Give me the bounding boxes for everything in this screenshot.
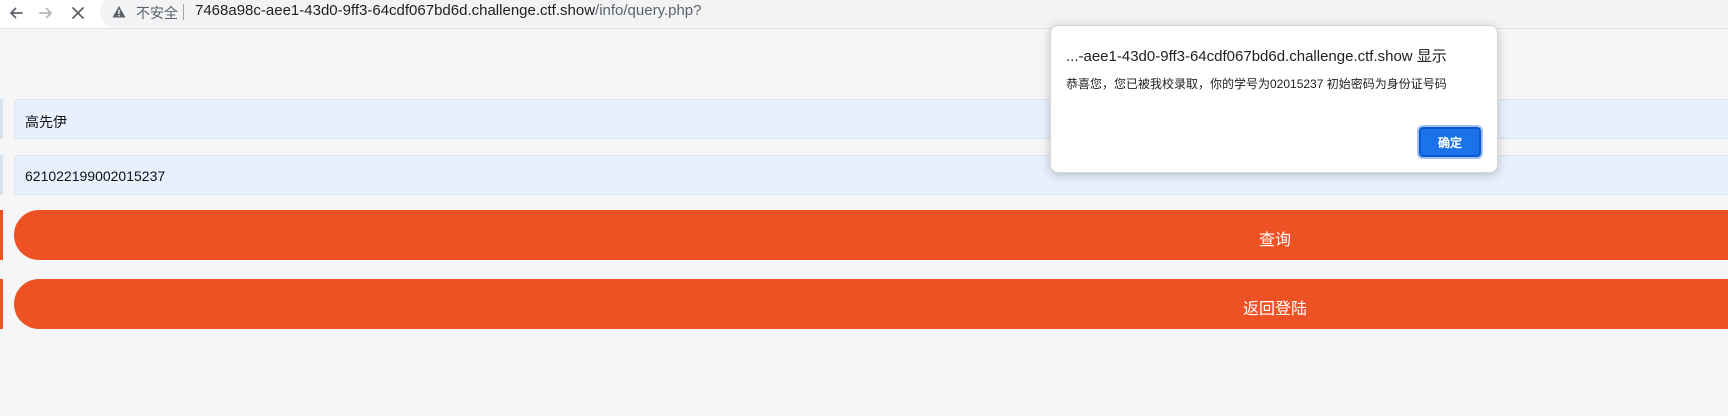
name-field-edge (0, 99, 3, 139)
url-host: 7468a98c-aee1-43d0-9ff3-64cdf067bd6d.cha… (195, 2, 596, 19)
id-field-edge (0, 155, 3, 195)
dialog-ok-button[interactable]: 确定 (1419, 127, 1481, 157)
address-divider (183, 4, 184, 20)
arrow-back-icon (8, 5, 24, 21)
alert-dialog: ...-aee1-43d0-9ff3-64cdf067bd6d.challeng… (1050, 25, 1498, 173)
query-button[interactable]: 查询 (14, 210, 1728, 260)
id-number-input-value: 621022199002015237 (25, 168, 166, 184)
url-path: /info/query.php? (595, 2, 702, 19)
security-status-label[interactable]: 不安全 (136, 3, 178, 23)
back-button[interactable] (4, 2, 28, 24)
forward-button[interactable] (34, 2, 58, 24)
query-button-edge (0, 210, 3, 260)
dialog-message: 恭喜您，您已被我校录取，你的学号为02015237 初始密码为身份证号码 (1066, 77, 1447, 91)
back-to-login-button-label: 返回登陆 (1242, 301, 1308, 318)
stop-loading-button[interactable] (66, 2, 90, 24)
warning-triangle-icon[interactable] (112, 5, 126, 19)
back-to-login-button[interactable]: 返回登陆 (14, 279, 1728, 329)
back-to-login-button-edge (0, 279, 3, 329)
arrow-forward-icon (38, 5, 54, 21)
close-icon (71, 6, 85, 20)
address-bar[interactable]: 不安全 7468a98c-aee1-43d0-9ff3-64cdf067bd6d… (100, 0, 1728, 28)
query-button-label: 查询 (1258, 232, 1292, 249)
url-text[interactable]: 7468a98c-aee1-43d0-9ff3-64cdf067bd6d.cha… (195, 2, 702, 19)
name-input-value: 高先伊 (25, 114, 67, 130)
dialog-title: ...-aee1-43d0-9ff3-64cdf067bd6d.challeng… (1066, 48, 1447, 65)
